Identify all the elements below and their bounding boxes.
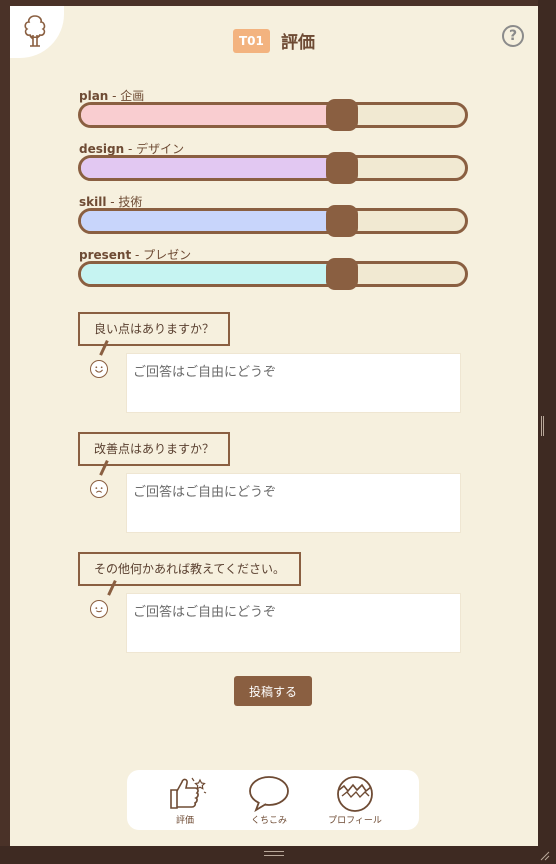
team-badge: T01	[233, 28, 270, 53]
submit-button[interactable]: 投稿する	[234, 676, 312, 706]
slider-key: present	[79, 248, 132, 262]
improvements-input[interactable]	[126, 473, 461, 533]
slider-key: plan	[79, 89, 109, 103]
help-button[interactable]: ?	[502, 25, 524, 47]
page-header: T01 評価	[10, 28, 538, 54]
app-window: T01 評価 ? plan - 企画 design - デザイン skill -…	[10, 6, 538, 846]
nav-item-evaluation[interactable]: 評価	[145, 774, 225, 826]
nav-item-reviews[interactable]: くちこみ	[229, 774, 309, 826]
page-title: 評価	[280, 33, 315, 53]
slider-subtitle: - 企画	[108, 89, 145, 103]
good-points-input[interactable]	[126, 353, 461, 413]
slider-fill	[81, 211, 343, 231]
vertical-resize-handle[interactable]	[541, 416, 544, 436]
nav-label: くちこみ	[250, 816, 287, 826]
slider-thumb[interactable]	[326, 152, 359, 184]
egg-icon	[337, 776, 373, 812]
thumbs-up-icon	[170, 777, 207, 809]
slider-fill	[81, 264, 343, 284]
nav-item-profile[interactable]: プロフィール	[315, 774, 395, 826]
slider-thumb[interactable]	[326, 258, 359, 290]
slider-key: design	[79, 142, 125, 156]
slider-fill	[81, 105, 343, 125]
nav-label: 評価	[175, 816, 194, 826]
slider-thumb[interactable]	[326, 205, 359, 237]
horizontal-resize-handle[interactable]	[264, 851, 284, 856]
sad-face-icon	[90, 480, 108, 498]
slider-subtitle: - デザイン	[124, 142, 185, 156]
slider-skill[interactable]	[78, 205, 468, 237]
happy-face-icon	[90, 360, 108, 378]
slider-subtitle: - プレゼン	[131, 248, 192, 262]
other-comments-input[interactable]	[126, 593, 461, 653]
slider-key: skill	[79, 195, 107, 209]
speech-bubble-icon	[249, 776, 289, 812]
nav-label: プロフィール	[328, 816, 382, 826]
question-bubble-improvements: 改善点はありますか？	[78, 432, 231, 466]
slider-subtitle: - 技術	[106, 195, 143, 209]
slider-thumb[interactable]	[326, 99, 359, 131]
slider-present[interactable]	[78, 258, 468, 290]
question-bubble-other: その他何かあれば教えてください。	[78, 552, 302, 586]
bottom-nav: 評価 くちこみ プロフィール	[127, 770, 419, 830]
smile-face-icon	[90, 600, 108, 618]
question-bubble-good-points: 良い点はありますか？	[78, 312, 231, 346]
slider-plan[interactable]	[78, 99, 468, 131]
slider-fill	[81, 158, 343, 178]
slider-design[interactable]	[78, 152, 468, 184]
resize-grip-icon[interactable]	[538, 849, 550, 861]
